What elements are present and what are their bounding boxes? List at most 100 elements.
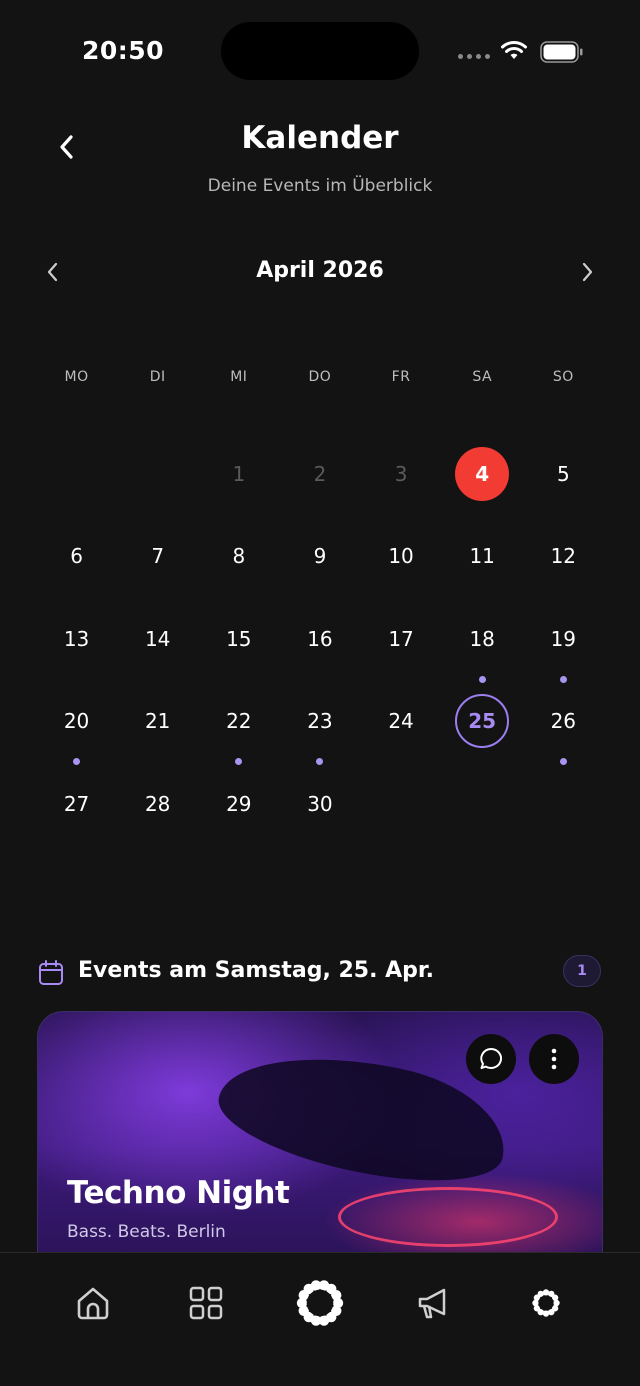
- day-number: 26: [550, 709, 577, 734]
- signal-icon: [458, 54, 490, 59]
- calendar-day[interactable]: 6: [36, 529, 117, 611]
- day-number: 8: [232, 544, 246, 569]
- ring-icon: [532, 1289, 560, 1317]
- day-number: 30: [307, 791, 333, 816]
- calendar-day-selected[interactable]: 25: [442, 694, 523, 776]
- day-number: 15: [226, 626, 252, 651]
- calendar-day[interactable]: 18: [442, 612, 523, 694]
- event-indicator-dot: [478, 675, 486, 683]
- day-number: 11: [469, 544, 495, 569]
- calendar-grid: 1 2 3 4 5 6 7 8 9 10 11 12 13 14 15 16 17 18 19 20 21 22 23 24 2…: [36, 447, 604, 859]
- day-number: 21: [144, 709, 171, 734]
- calendar-day[interactable]: 10: [361, 529, 442, 611]
- weekday-label: MI: [230, 369, 248, 385]
- calendar-day[interactable]: 3: [361, 447, 442, 529]
- day-number: 28: [144, 791, 171, 816]
- day-number: 5: [556, 462, 570, 486]
- day-number: 22: [226, 709, 252, 734]
- event-title: Techno Night: [67, 1175, 290, 1211]
- calendar-day[interactable]: 12: [523, 529, 604, 611]
- calendar-day[interactable]: 22: [198, 694, 279, 776]
- calendar-blank: [117, 447, 198, 529]
- calendar-day[interactable]: 13: [36, 612, 117, 694]
- page-title: Kalender: [241, 120, 399, 156]
- page-subtitle: Deine Events im Überblick: [207, 176, 433, 196]
- calendar-day[interactable]: 8: [198, 529, 279, 611]
- dynamic-island: [221, 22, 419, 80]
- day-number: 16: [307, 626, 333, 651]
- weekday-label: DI: [149, 369, 166, 385]
- logo-icon: [296, 1280, 344, 1326]
- megaphone-icon: [418, 1288, 446, 1319]
- calendar-day[interactable]: 14: [117, 612, 198, 694]
- weekday-label: SO: [552, 369, 574, 385]
- day-number: 23: [307, 709, 333, 734]
- weekday-label: FR: [391, 369, 411, 385]
- day-number: 7: [151, 544, 165, 569]
- next-month-chevron-icon[interactable]: [576, 260, 598, 284]
- chat-button[interactable]: [466, 1034, 516, 1084]
- calendar-day[interactable]: 29: [198, 777, 279, 859]
- event-image-turntable: [338, 1187, 558, 1247]
- weekday-label: MO: [64, 369, 89, 385]
- home-icon: [77, 1287, 109, 1320]
- calendar-day[interactable]: 28: [117, 777, 198, 859]
- event-indicator-dot: [559, 758, 567, 766]
- calendar-day[interactable]: 7: [117, 529, 198, 611]
- weekday-label: DO: [308, 369, 332, 385]
- nav-announcements[interactable]: [403, 1273, 463, 1333]
- nav-profile[interactable]: [516, 1273, 576, 1333]
- day-number: 14: [144, 626, 171, 651]
- calendar-icon: [39, 960, 63, 985]
- calendar-day[interactable]: 9: [279, 529, 360, 611]
- day-number: 20: [63, 709, 90, 734]
- day-number: 18: [469, 626, 495, 651]
- day-number: 17: [388, 626, 414, 651]
- battery-icon: [540, 41, 583, 63]
- day-number: 13: [63, 626, 90, 651]
- events-section-title: Events am Samstag, 25. Apr.: [78, 958, 434, 983]
- bottom-nav: [0, 1252, 640, 1386]
- more-options-button[interactable]: [529, 1034, 579, 1084]
- wifi-icon: [501, 41, 527, 59]
- calendar-day[interactable]: 17: [361, 612, 442, 694]
- calendar-day[interactable]: 23: [279, 694, 360, 776]
- calendar-day-today[interactable]: 4: [442, 447, 523, 529]
- calendar-day[interactable]: 15: [198, 612, 279, 694]
- day-number: 24: [388, 709, 414, 734]
- calendar-day[interactable]: 16: [279, 612, 360, 694]
- chat-bubble-icon: [480, 1047, 502, 1069]
- calendar-day[interactable]: 27: [36, 777, 117, 859]
- more-vertical-icon: [551, 1048, 557, 1070]
- grid-icon: [189, 1286, 223, 1320]
- calendar-day[interactable]: 19: [523, 612, 604, 694]
- events-count-badge: 1: [563, 955, 601, 987]
- day-number: 1: [232, 462, 246, 486]
- nav-home-logo[interactable]: [290, 1273, 350, 1333]
- day-number: 25: [455, 694, 510, 749]
- weekday-header: MO DI MI DO FR SA SO: [36, 369, 604, 385]
- day-number: 4: [455, 447, 510, 501]
- calendar-day[interactable]: 5: [523, 447, 604, 529]
- event-indicator-dot: [235, 758, 243, 766]
- calendar-day[interactable]: 1: [198, 447, 279, 529]
- nav-grid[interactable]: [176, 1273, 236, 1333]
- event-indicator-dot: [559, 675, 567, 683]
- calendar-day[interactable]: 2: [279, 447, 360, 529]
- month-label: April 2026: [256, 258, 384, 283]
- calendar-day[interactable]: 20: [36, 694, 117, 776]
- day-number: 29: [226, 791, 252, 816]
- calendar-day[interactable]: 21: [117, 694, 198, 776]
- status-time: 20:50: [82, 36, 165, 65]
- day-number: 9: [313, 544, 327, 569]
- day-number: 19: [550, 626, 577, 651]
- calendar-day[interactable]: 11: [442, 529, 523, 611]
- calendar-day[interactable]: 26: [523, 694, 604, 776]
- day-number: 6: [70, 544, 83, 569]
- weekday-label: SA: [472, 369, 493, 385]
- calendar-day[interactable]: 30: [279, 777, 360, 859]
- calendar-day[interactable]: 24: [361, 694, 442, 776]
- nav-home[interactable]: [63, 1273, 123, 1333]
- day-number: 10: [388, 544, 414, 569]
- day-number: 27: [63, 791, 90, 816]
